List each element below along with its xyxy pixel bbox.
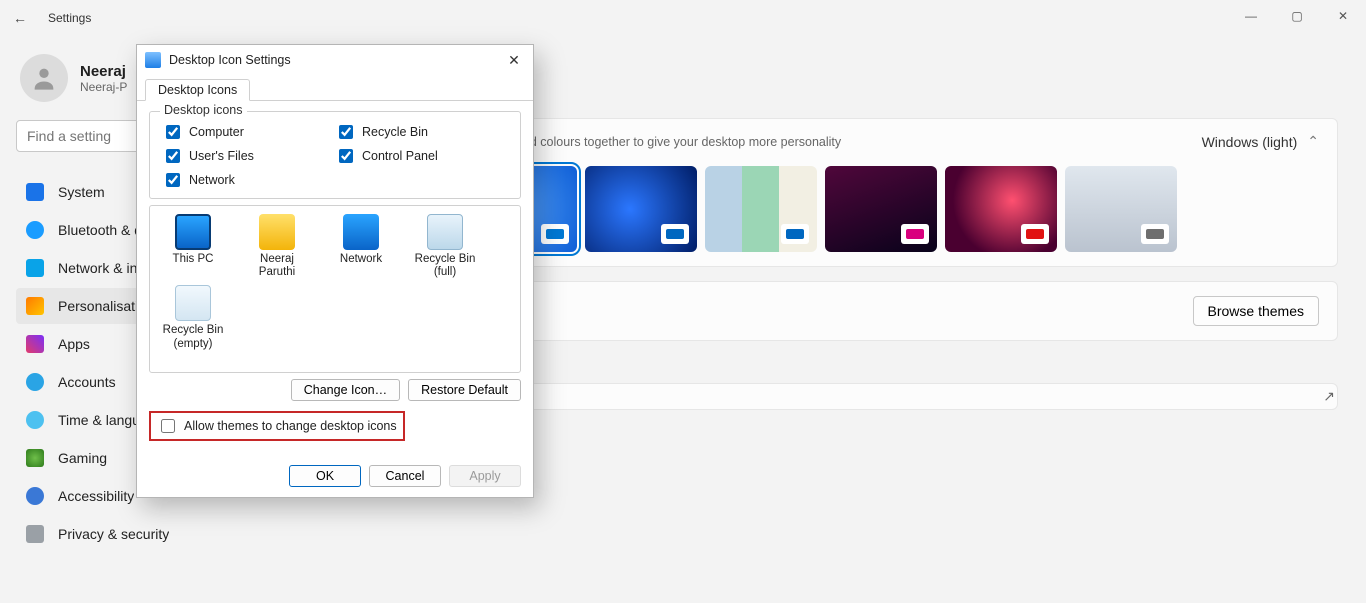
- dialog-close-button[interactable]: ✕: [501, 49, 527, 71]
- gaming-icon: [26, 449, 44, 467]
- bluetooth-icon: [26, 221, 44, 239]
- apply-button[interactable]: Apply: [449, 465, 521, 487]
- user-name: Neeraj: [80, 63, 127, 80]
- restore-default-button[interactable]: Restore Default: [408, 379, 521, 401]
- group-legend: Desktop icons: [160, 103, 247, 117]
- accent-badge: [1141, 224, 1169, 244]
- checkbox-label: Computer: [189, 125, 244, 139]
- dialog-footer: OK Cancel Apply: [289, 465, 521, 487]
- icon-this-pc[interactable]: This PC: [158, 214, 228, 279]
- apps-icon: [26, 335, 44, 353]
- ok-button[interactable]: OK: [289, 465, 361, 487]
- allow-themes-checkbox-row[interactable]: Allow themes to change desktop icons: [149, 411, 405, 441]
- nav-label: Apps: [58, 336, 90, 352]
- checkbox-input[interactable]: [166, 125, 180, 139]
- accent-badge: [1021, 224, 1049, 244]
- desktop-icon-settings-dialog: Desktop Icon Settings ✕ Desktop Icons De…: [136, 44, 534, 498]
- icon-recycle-full[interactable]: Recycle Bin (full): [410, 214, 480, 279]
- icon-user-folder[interactable]: Neeraj Paruthi: [242, 214, 312, 279]
- browse-themes-button[interactable]: Browse themes: [1193, 296, 1319, 326]
- dialog-titlebar[interactable]: Desktop Icon Settings: [137, 45, 533, 75]
- icon-label: Recycle Bin (full): [415, 253, 476, 278]
- user-email: Neeraj-P: [80, 80, 127, 94]
- checkbox-label: Recycle Bin: [362, 125, 428, 139]
- theme-thumb[interactable]: [705, 166, 817, 252]
- checkbox-input[interactable]: [339, 149, 353, 163]
- nav-label: System: [58, 184, 105, 200]
- chevron-up-icon: ⌃: [1307, 133, 1319, 150]
- accent-badge: [781, 224, 809, 244]
- settings-titlebar: ← Settings: [0, 0, 1366, 36]
- maximize-button[interactable]: ▢: [1274, 0, 1320, 32]
- accent-badge: [901, 224, 929, 244]
- checkbox-label: Network: [189, 173, 235, 187]
- dialog-tabstrip: Desktop Icons: [137, 75, 533, 101]
- window-controls: — ▢ ✕: [1228, 0, 1366, 32]
- monitor-icon: [175, 214, 211, 250]
- checkbox-input[interactable]: [166, 173, 180, 187]
- accessibility-icon: [26, 487, 44, 505]
- nav-label: Accessibility: [58, 488, 134, 504]
- person-icon: [26, 373, 44, 391]
- tab-desktop-icons[interactable]: Desktop Icons: [145, 79, 250, 101]
- nav-label: Gaming: [58, 450, 107, 466]
- icon-network[interactable]: Network: [326, 214, 396, 279]
- nav-label: Privacy & security: [58, 526, 169, 542]
- network-icon: [343, 214, 379, 250]
- window-title: Settings: [48, 11, 91, 25]
- recycle-bin-empty-icon: [175, 285, 211, 321]
- nav-privacy[interactable]: Privacy & security: [16, 516, 294, 552]
- checkbox-input[interactable]: [166, 149, 180, 163]
- icon-label: Neeraj Paruthi: [259, 253, 295, 278]
- back-button[interactable]: ←: [8, 10, 32, 26]
- checkbox-network[interactable]: Network: [162, 170, 335, 190]
- open-external-icon: ↗: [1323, 388, 1335, 405]
- icon-preview-box: This PC Neeraj Paruthi Network Recycle B…: [149, 205, 521, 373]
- theme-thumb[interactable]: [945, 166, 1057, 252]
- allow-themes-label: Allow themes to change desktop icons: [184, 419, 397, 433]
- dialog-icon: [145, 52, 161, 68]
- user-icon: [30, 64, 58, 92]
- desktop-icons-group: Desktop icons Computer Recycle Bin User'…: [149, 111, 521, 199]
- wifi-icon: [26, 259, 44, 277]
- checkbox-recycle-bin[interactable]: Recycle Bin: [335, 122, 508, 142]
- avatar: [20, 54, 68, 102]
- checkbox-users-files[interactable]: User's Files: [162, 146, 335, 166]
- paintbrush-icon: [26, 297, 44, 315]
- system-icon: [26, 183, 44, 201]
- checkbox-label: Control Panel: [362, 149, 438, 163]
- icon-label: Network: [340, 253, 382, 265]
- icon-label: Recycle Bin (empty): [163, 324, 224, 349]
- accent-badge: [661, 224, 689, 244]
- close-window-button[interactable]: ✕: [1320, 0, 1366, 32]
- icon-recycle-empty[interactable]: Recycle Bin (empty): [158, 285, 228, 350]
- allow-themes-checkbox[interactable]: [161, 419, 175, 433]
- minimize-button[interactable]: —: [1228, 0, 1274, 32]
- current-theme-name: Windows (light): [1202, 134, 1298, 150]
- recycle-bin-full-icon: [427, 214, 463, 250]
- checkbox-control-panel[interactable]: Control Panel: [335, 146, 508, 166]
- theme-thumb[interactable]: [585, 166, 697, 252]
- theme-thumb[interactable]: [1065, 166, 1177, 252]
- checkbox-input[interactable]: [339, 125, 353, 139]
- theme-thumb[interactable]: [825, 166, 937, 252]
- clock-icon: [26, 411, 44, 429]
- icon-label: This PC: [173, 253, 214, 265]
- dialog-title: Desktop Icon Settings: [169, 53, 291, 67]
- checkbox-computer[interactable]: Computer: [162, 122, 335, 142]
- accent-badge: [541, 224, 569, 244]
- nav-label: Accounts: [58, 374, 116, 390]
- folder-icon: [259, 214, 295, 250]
- checkbox-label: User's Files: [189, 149, 254, 163]
- change-icon-button[interactable]: Change Icon…: [291, 379, 400, 401]
- dialog-body: Desktop icons Computer Recycle Bin User'…: [137, 101, 533, 449]
- shield-icon: [26, 525, 44, 543]
- cancel-button[interactable]: Cancel: [369, 465, 441, 487]
